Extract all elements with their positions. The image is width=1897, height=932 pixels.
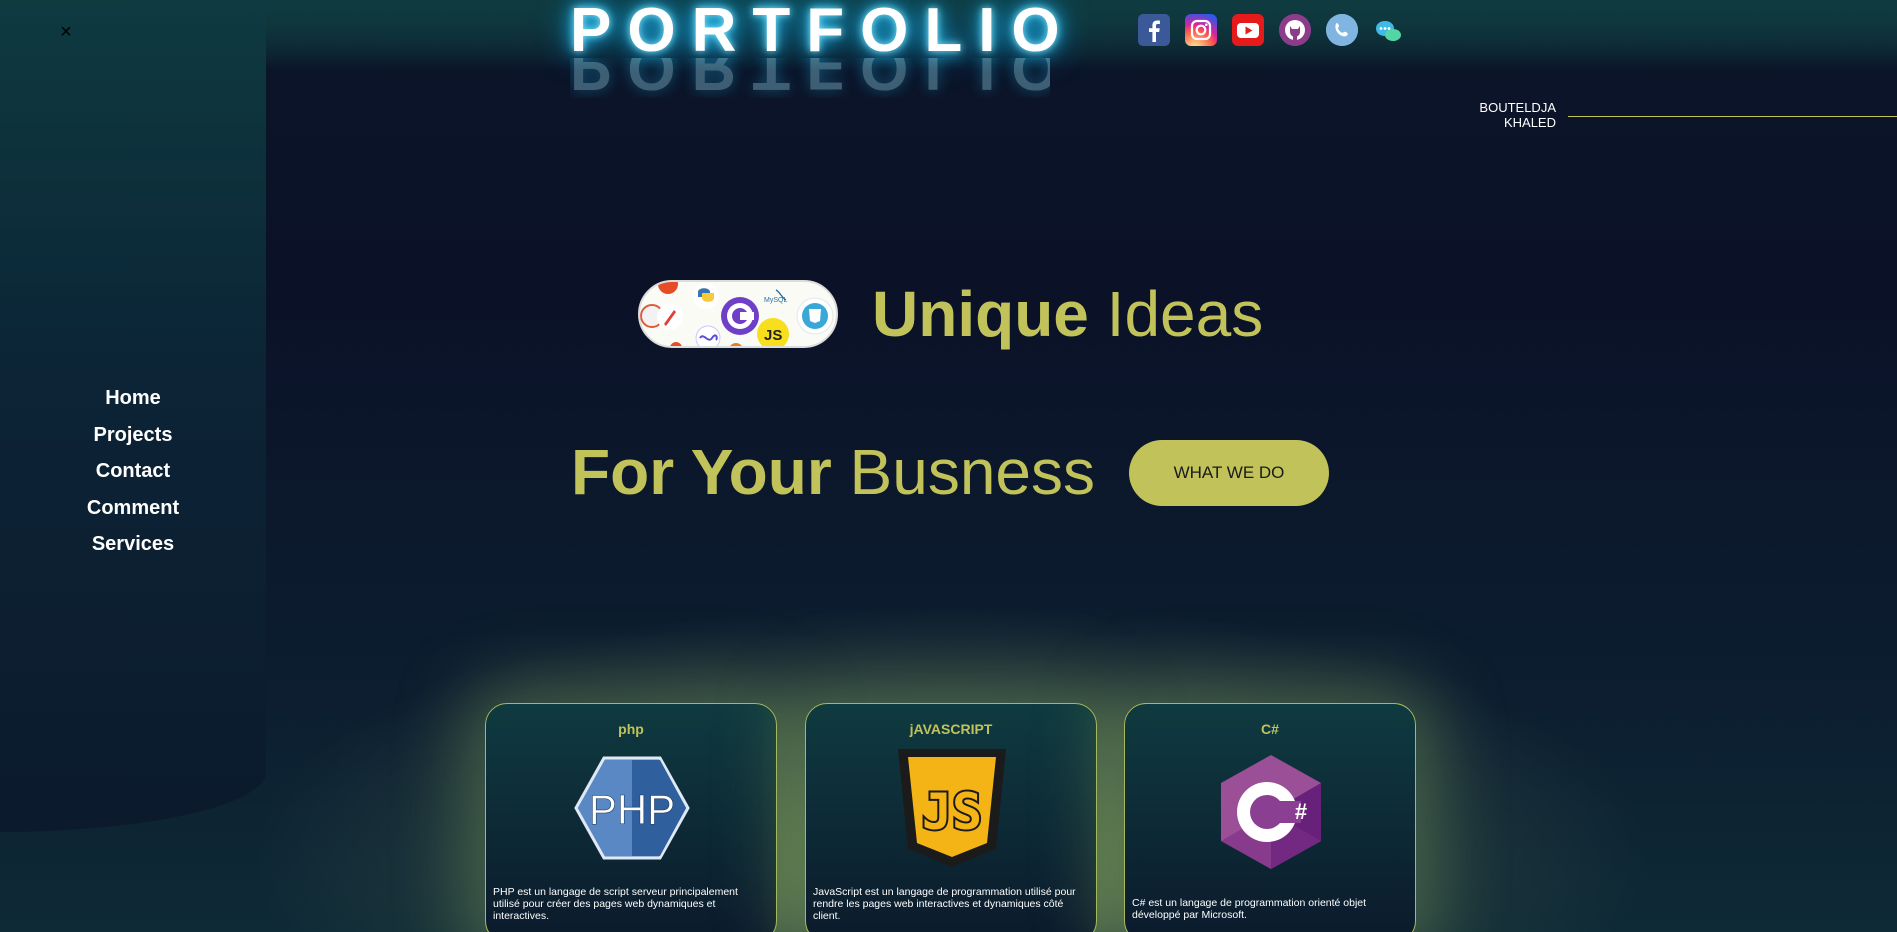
headline2-light: Busness [849, 436, 1095, 508]
author-first-name: BOUTELDJA [1479, 100, 1556, 115]
js-logo-text: JS [922, 783, 982, 841]
nav-item-services[interactable]: Services [0, 530, 266, 567]
headline-for-your-busness: For Your Busness [571, 434, 1095, 510]
csharp-logo-icon: # [1221, 755, 1321, 869]
sidebar-nav: Home Projects Contact Comment Services [0, 384, 266, 567]
portfolio-logo: PORTFOLIO PORTFOLIO [570, 0, 1076, 110]
github-icon[interactable] [1279, 14, 1311, 46]
headline2-bold: For Your [571, 436, 832, 508]
nav-item-home[interactable]: Home [0, 384, 266, 421]
card-title-javascript: jAVASCRIPT [909, 721, 993, 737]
headline-unique-ideas: Unique Ideas [872, 276, 1263, 352]
card-title-php: php [618, 721, 644, 737]
logo-reflection: PORTFOLIO [570, 58, 1050, 98]
nav-item-projects[interactable]: Projects [0, 421, 266, 458]
phone-icon[interactable] [1326, 14, 1358, 46]
nav-item-contact[interactable]: Contact [0, 457, 266, 494]
logo-text: PORTFOLIO [570, 0, 1076, 65]
social-links [1138, 14, 1405, 46]
tech-logos-pill: JS MySQL [638, 280, 838, 348]
header-band [266, 0, 1897, 72]
sidebar: × Home Projects Contact Comment Services [0, 0, 266, 832]
author-name: BOUTELDJA KHALED [1460, 100, 1556, 130]
author-last-name: KHALED [1503, 115, 1556, 130]
headline1-bold: Unique [872, 278, 1089, 350]
card-javascript[interactable]: jAVASCRIPT JS JavaScript est un langage … [805, 703, 1097, 932]
card-desc-csharp: C# est un langage de programmation orien… [1132, 897, 1367, 921]
card-csharp[interactable]: C# # C# est un langage de programmation … [1124, 703, 1416, 932]
php-logo-icon: PHP [574, 756, 690, 860]
headline1-light: Ideas [1106, 278, 1264, 350]
card-desc-php: PHP est un langage de script serveur pri… [493, 886, 738, 922]
svg-text:JS: JS [764, 327, 782, 344]
close-sidebar-button[interactable]: × [56, 20, 76, 44]
instagram-icon[interactable] [1185, 14, 1217, 46]
php-logo-text: PHP [589, 786, 675, 833]
what-we-do-button[interactable]: WHAT WE DO [1129, 440, 1329, 506]
author-divider [1568, 116, 1897, 117]
nav-item-comment[interactable]: Comment [0, 494, 266, 531]
facebook-icon[interactable] [1138, 14, 1170, 46]
card-title-csharp: C# [1261, 721, 1279, 737]
tech-logos-icon: JS MySQL [640, 282, 836, 346]
card-desc-javascript: JavaScript est un langage de programmati… [813, 886, 1076, 922]
chat-icon[interactable] [1373, 14, 1405, 46]
card-php[interactable]: php PHP PHP est un langage de script ser… [485, 703, 777, 932]
youtube-icon[interactable] [1232, 14, 1264, 46]
svg-text:#: # [1295, 799, 1307, 824]
javascript-logo-icon: JS [898, 749, 1006, 867]
